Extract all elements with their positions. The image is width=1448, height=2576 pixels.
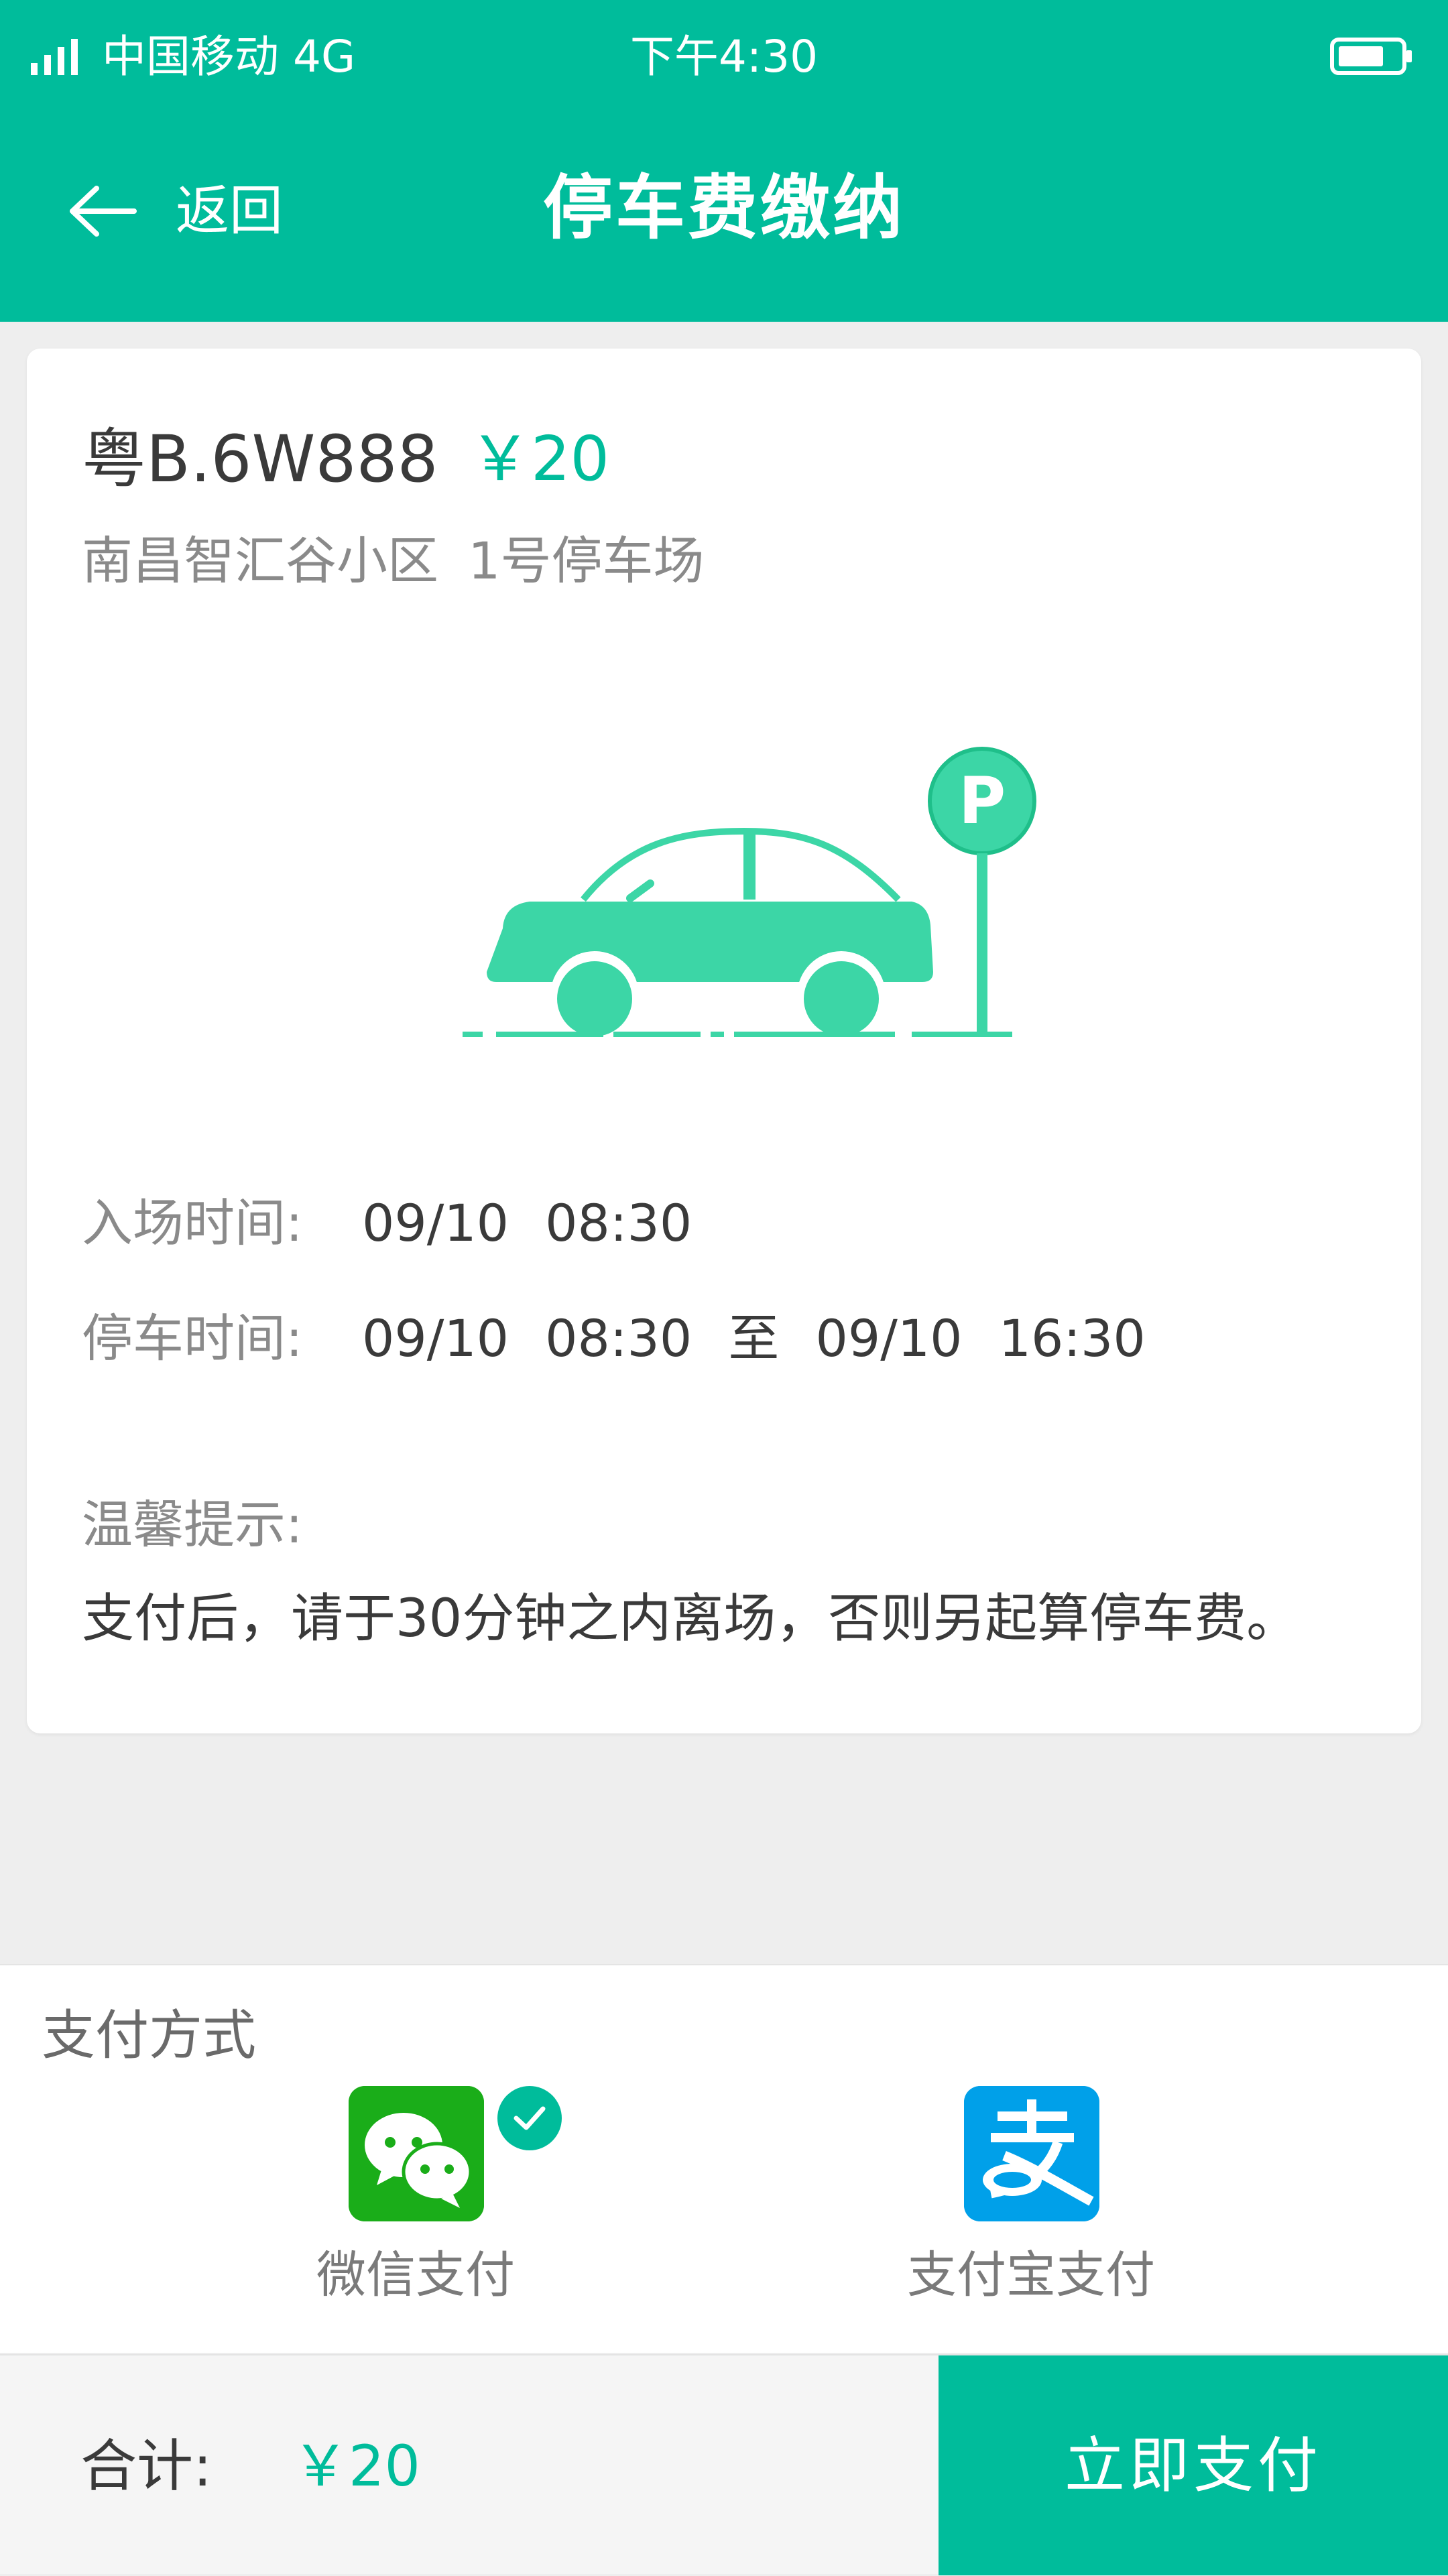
parking-time-value: 09/10 08:30 至 09/10 16:30 [362, 1308, 1146, 1368]
parking-location: 南昌智汇谷小区 1号停车场 [82, 531, 705, 591]
payment-method-section: 支付方式 微信支付 支付宝支付 [0, 1964, 1448, 2353]
total-amount: ￥20 [292, 2433, 420, 2499]
clock: 下午4:30 [629, 31, 819, 82]
payment-method-title: 支付方式 [42, 2004, 256, 2067]
checkout-bar: 合计: ￥20 立即支付 [0, 2354, 1448, 2575]
license-plate: 粤B.6W888 [82, 422, 438, 497]
status-bar: 中国移动 4G 下午4:30 [0, 0, 1448, 114]
navigation-bar: 返回 停车费缴纳 [0, 127, 1448, 295]
alipay-icon [964, 2086, 1099, 2221]
alipay-label: 支付宝支付 [907, 2246, 1155, 2304]
parking-time-row: 停车时间: 09/10 08:30 至 09/10 16:30 [82, 1302, 1146, 1375]
pay-now-button[interactable]: 立即支付 [939, 2355, 1448, 2575]
parking-order-card: 粤B.6W888 ￥20 南昌智汇谷小区 1号停车场 P 入场时间: 09/10 … [27, 349, 1421, 1733]
tip-text: 支付后，请于30分钟之内离场，否则另起算停车费。 [82, 1589, 1299, 1649]
car-parking-icon: P [463, 747, 1036, 1040]
wechat-pay-option[interactable]: 微信支付 [248, 2086, 583, 2314]
alipay-option[interactable]: 支付宝支付 [863, 2086, 1199, 2314]
svg-text:P: P [959, 763, 1006, 839]
wechat-pay-label: 微信支付 [316, 2246, 515, 2304]
page-title: 停车费缴纳 [542, 167, 905, 249]
entry-time-value: 09/10 08:30 [362, 1193, 692, 1253]
tip-title: 温馨提示: [82, 1495, 303, 1554]
entry-time-row: 入场时间: 09/10 08:30 [82, 1186, 692, 1260]
entry-time-label: 入场时间: [82, 1193, 303, 1253]
app-header: 中国移动 4G 下午4:30 返回 停车费缴纳 [0, 0, 1448, 322]
total-label: 合计: [80, 2433, 213, 2499]
parking-time-label: 停车时间: [82, 1308, 303, 1368]
battery-icon [1330, 38, 1412, 75]
order-amount: ￥20 [469, 423, 610, 495]
selected-check-icon [497, 2086, 562, 2150]
wechat-pay-icon [349, 2086, 484, 2221]
